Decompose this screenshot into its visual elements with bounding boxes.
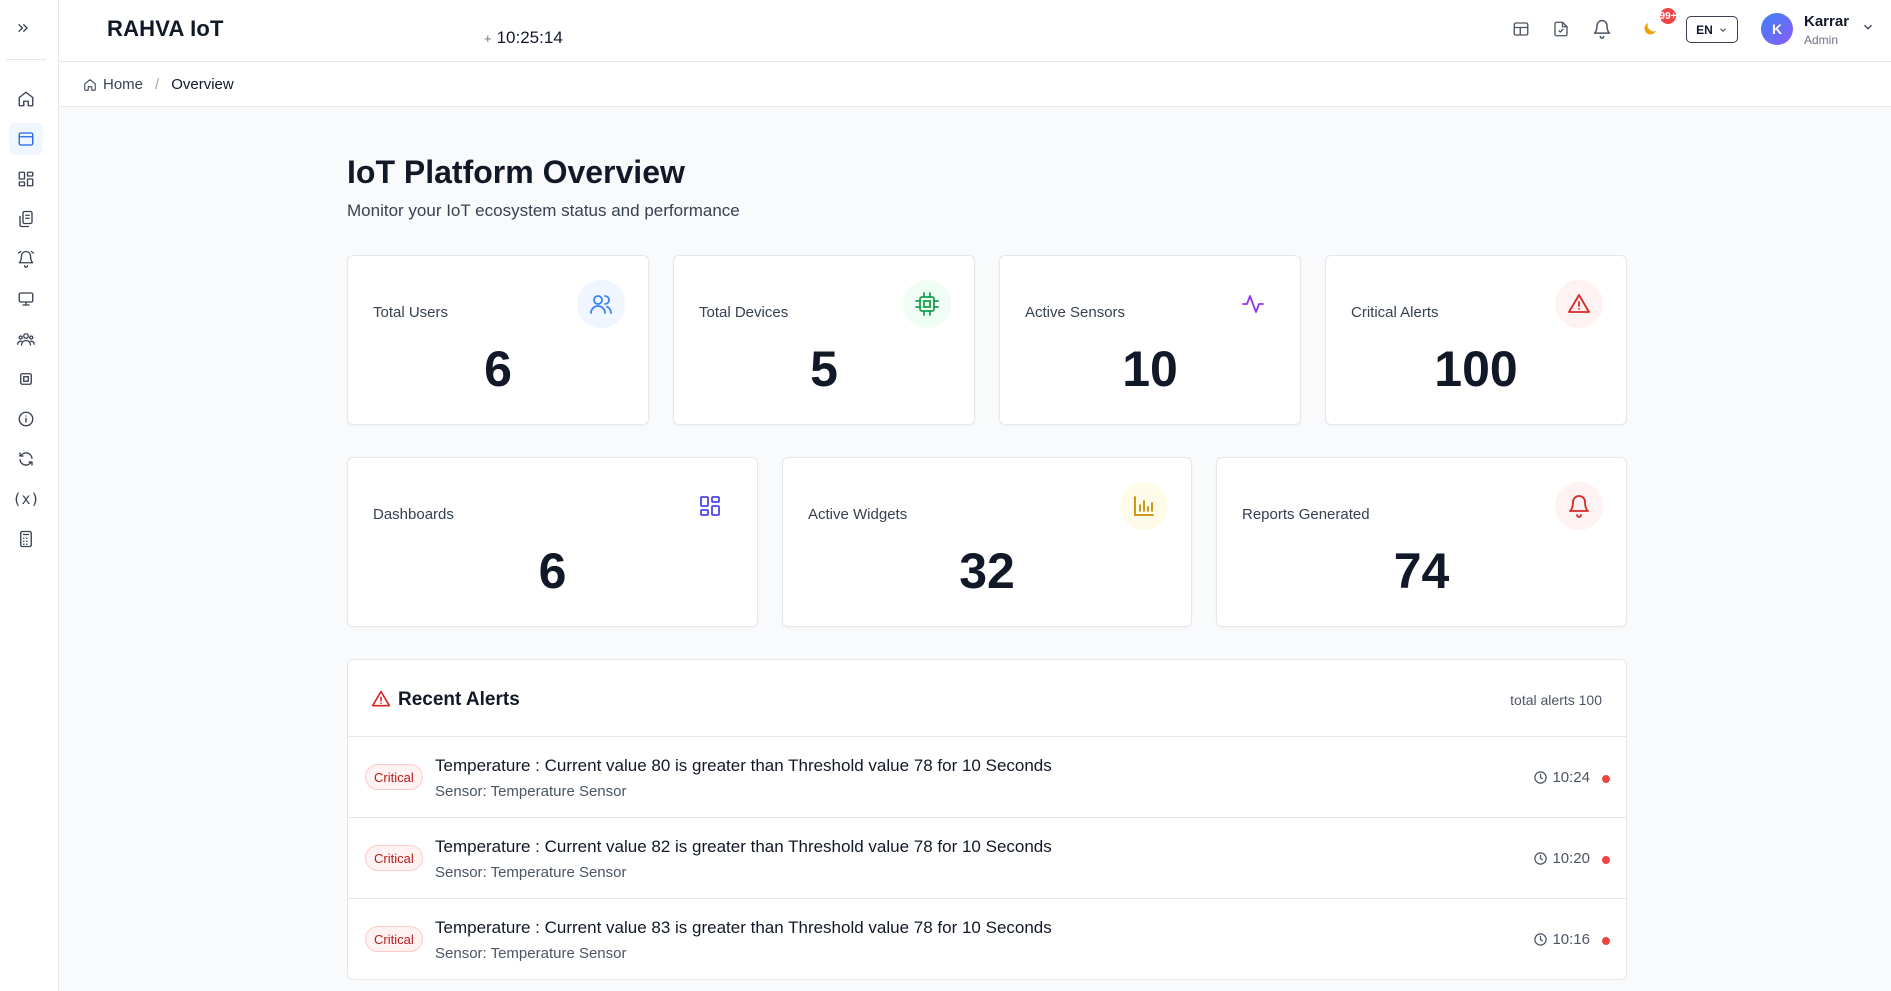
breadcrumb-current: Overview <box>171 76 234 93</box>
status-dot <box>1602 937 1610 945</box>
stat-value: 5 <box>810 341 838 397</box>
app-brand: RAHVA IoT <box>107 16 224 41</box>
bell-icon <box>1555 482 1603 530</box>
stat-value: 74 <box>1393 543 1450 599</box>
alert-row[interactable]: Critical Temperature : Current value 80 … <box>348 737 1626 818</box>
info-icon[interactable] <box>9 403 43 435</box>
calculator-icon[interactable] <box>9 523 43 555</box>
stat-card-total-devices: Total Devices 5 <box>673 255 975 425</box>
document-icon[interactable] <box>1549 17 1573 41</box>
stat-card-active-sensors: Active Sensors 10 <box>999 255 1301 425</box>
warning-icon <box>371 689 391 709</box>
stat-label: Total Users <box>373 304 449 321</box>
grid-icon <box>686 482 734 530</box>
recent-alerts-header: Recent Alerts total alerts 100 <box>348 660 1626 737</box>
user-name: Karrar <box>1804 13 1850 30</box>
user-menu-chevron-icon[interactable] <box>1861 20 1875 34</box>
sidebar-divider <box>6 59 46 60</box>
breadcrumb-home-link[interactable]: Home <box>103 76 143 93</box>
stat-label: Active Sensors <box>1025 304 1126 321</box>
bar-chart-icon <box>1120 482 1168 530</box>
variables-icon[interactable]: (x) <box>9 483 43 515</box>
home-icon <box>84 78 96 91</box>
reports-icon[interactable] <box>9 203 43 235</box>
notification-count-badge: 99+ <box>1660 8 1676 24</box>
stat-card-dashboards: Dashboards 6 <box>347 457 758 627</box>
stat-label: Dashboards <box>373 506 454 523</box>
stat-value: 100 <box>1434 341 1518 397</box>
dashboards-icon[interactable] <box>9 163 43 195</box>
moon-icon[interactable] <box>1638 17 1662 41</box>
stat-card-total-users: Total Users 6 <box>347 255 649 425</box>
users-icon[interactable] <box>9 323 43 355</box>
stat-card-reports-generated: Reports Generated 74 <box>1216 457 1627 627</box>
sidebar: (x) <box>0 0 59 991</box>
alerts-total: total alerts 100 <box>1510 692 1602 708</box>
clock-icon <box>1534 852 1548 865</box>
page-subtitle: Monitor your IoT ecosystem status and pe… <box>347 201 740 220</box>
alert-source: Sensor: Temperature Sensor <box>435 783 627 800</box>
users-icon <box>577 280 625 328</box>
avatar[interactable]: K <box>1761 13 1793 45</box>
live-clock: + 10:25:14 <box>484 28 563 48</box>
alert-message: Temperature : Current value 80 is greate… <box>435 756 1052 775</box>
alert-source: Sensor: Temperature Sensor <box>435 864 627 881</box>
monitor-icon[interactable] <box>9 283 43 315</box>
stat-value: 10 <box>1122 341 1178 397</box>
refresh-icon[interactable] <box>9 443 43 475</box>
status-dot <box>1602 775 1610 783</box>
stat-label: Active Widgets <box>808 506 908 523</box>
user-role: Admin <box>1804 33 1839 47</box>
chip-icon[interactable] <box>9 363 43 395</box>
overview-icon[interactable] <box>9 123 43 155</box>
warning-icon <box>1555 280 1603 328</box>
stat-card-critical-alerts: Critical Alerts 100 <box>1325 255 1627 425</box>
top-header: RAHVA IoT + 10:25:14 99+ EN K Karrar Adm… <box>59 0 1891 62</box>
chip-icon <box>903 280 951 328</box>
severity-badge: Critical <box>365 764 423 790</box>
alert-time-value: 10:20 <box>1552 850 1590 867</box>
stat-label: Critical Alerts <box>1351 304 1439 321</box>
alert-time: 10:24 <box>1533 769 1590 786</box>
language-value: EN <box>1696 22 1713 37</box>
alert-row[interactable]: Critical Temperature : Current value 83 … <box>348 899 1626 980</box>
stat-card-active-widgets: Active Widgets 32 <box>782 457 1192 627</box>
home-icon[interactable] <box>9 83 43 115</box>
alert-time: 10:20 <box>1533 850 1590 867</box>
page-title: IoT Platform Overview <box>347 154 685 190</box>
layout-icon[interactable] <box>1509 17 1533 41</box>
clock-time: 10:25:14 <box>496 28 563 47</box>
stat-label: Total Devices <box>699 304 789 321</box>
clock-icon <box>1534 771 1548 784</box>
severity-badge: Critical <box>365 926 423 952</box>
chevron-down-icon <box>1719 27 1726 32</box>
breadcrumb-separator: / <box>155 76 160 93</box>
breadcrumb-bar: Home / Overview <box>59 62 1891 107</box>
status-dot <box>1602 856 1610 864</box>
expand-sidebar-icon[interactable] <box>12 17 34 39</box>
stat-value: 6 <box>484 341 512 397</box>
clock-icon <box>1534 933 1548 946</box>
breadcrumb: Home / Overview <box>83 76 234 93</box>
recent-alerts-panel: Recent Alerts total alerts 100 Critical … <box>347 659 1627 980</box>
recent-alerts-title: Recent Alerts <box>398 689 520 710</box>
language-select[interactable]: EN <box>1686 16 1738 43</box>
stat-value: 6 <box>538 543 567 599</box>
alert-source: Sensor: Temperature Sensor <box>435 945 627 962</box>
notifications-bell-icon[interactable] <box>1590 17 1614 41</box>
alert-time-value: 10:16 <box>1552 931 1590 948</box>
alarms-icon[interactable] <box>9 243 43 275</box>
alert-row[interactable]: Critical Temperature : Current value 82 … <box>348 818 1626 899</box>
stat-label: Reports Generated <box>1242 506 1370 523</box>
clock-prefix: + <box>484 30 492 46</box>
stat-value: 32 <box>959 543 1015 599</box>
alert-time-value: 10:24 <box>1552 769 1590 786</box>
alert-message: Temperature : Current value 82 is greate… <box>435 837 1052 856</box>
alert-time: 10:16 <box>1533 931 1590 948</box>
activity-icon <box>1229 280 1277 328</box>
severity-badge: Critical <box>365 845 423 871</box>
alert-message: Temperature : Current value 83 is greate… <box>435 918 1052 937</box>
